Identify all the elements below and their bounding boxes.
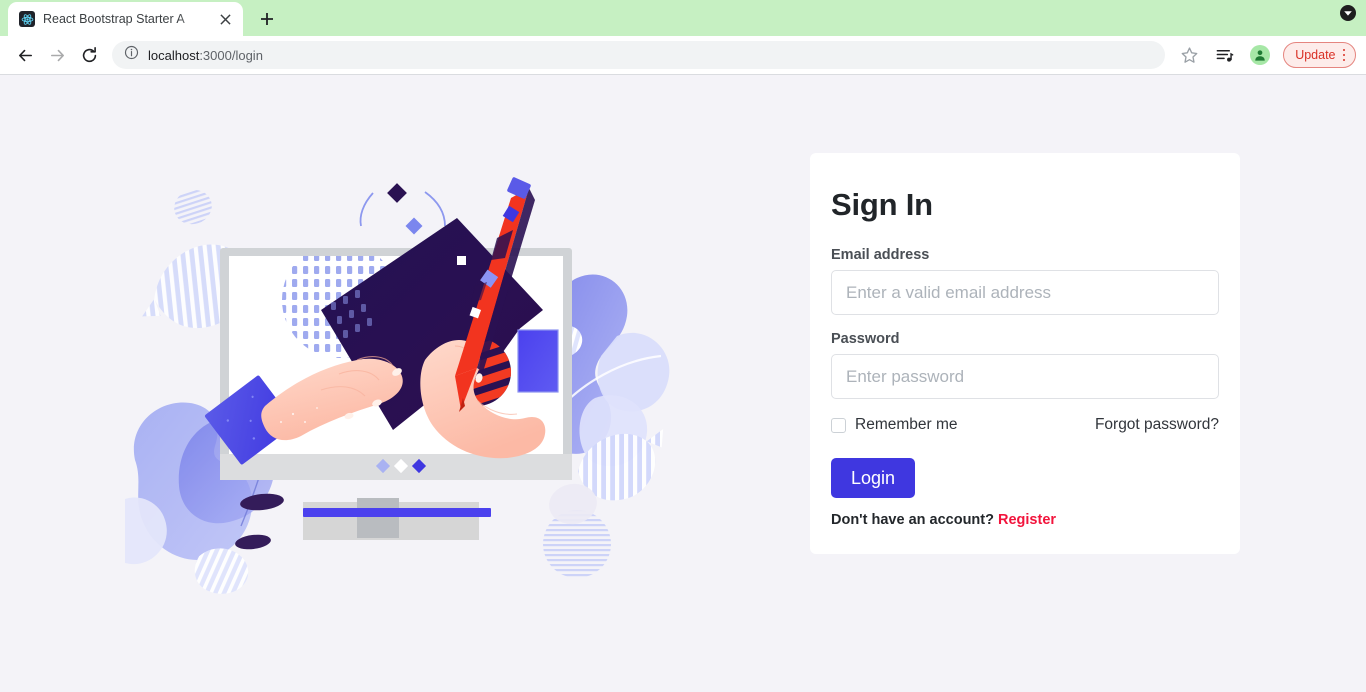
remember-me-label: Remember me bbox=[855, 416, 958, 433]
react-logo-icon bbox=[19, 11, 35, 27]
browser-tab-react-bootstrap-starter[interactable]: React Bootstrap Starter A bbox=[8, 2, 243, 36]
sparkles bbox=[359, 183, 446, 235]
reload-button[interactable] bbox=[74, 40, 104, 70]
register-link[interactable]: Register bbox=[998, 512, 1056, 528]
update-button-label: Update bbox=[1295, 48, 1336, 62]
illustration-column bbox=[0, 75, 810, 692]
update-button[interactable]: Update bbox=[1283, 42, 1356, 68]
info-circle-glyph bbox=[124, 45, 139, 60]
field-spacer bbox=[831, 315, 1219, 331]
password-input[interactable] bbox=[831, 354, 1219, 399]
profile-badge-glyph bbox=[1340, 5, 1356, 21]
reload-icon bbox=[82, 46, 96, 62]
email-label: Email address bbox=[831, 247, 930, 263]
reading-list-glyph bbox=[1216, 49, 1234, 62]
close-icon[interactable] bbox=[215, 9, 235, 29]
tab-strip: React Bootstrap Starter A bbox=[0, 0, 1366, 36]
address-host: localhost bbox=[148, 47, 200, 63]
blue-rectangle bbox=[517, 329, 559, 393]
sparkle-diamond-dark bbox=[387, 183, 407, 203]
site-info-icon[interactable] bbox=[124, 45, 139, 65]
sign-in-card: Sign In Email address Password Remembe bbox=[810, 153, 1240, 554]
login-button[interactable]: Login bbox=[831, 458, 916, 498]
page-viewport: Sign In Email address Password Remembe bbox=[0, 75, 1366, 692]
forward-arrow-icon bbox=[50, 49, 64, 61]
browser-window: React Bootstrap Starter A localhost:3000… bbox=[0, 0, 1366, 692]
forward-button[interactable] bbox=[42, 40, 72, 70]
profile-avatar-icon[interactable] bbox=[1246, 41, 1274, 69]
form-column: Sign In Email address Password Remembe bbox=[810, 75, 1366, 692]
bookmark-star-icon[interactable] bbox=[1175, 41, 1203, 69]
document-white-square bbox=[457, 256, 466, 265]
password-label: Password bbox=[831, 331, 900, 347]
close-x-glyph bbox=[219, 13, 231, 25]
remember-me-checkbox[interactable] bbox=[831, 417, 846, 433]
signup-prompt-text: Don't have an account? bbox=[831, 512, 994, 528]
back-button[interactable] bbox=[10, 40, 40, 70]
new-tab-button[interactable] bbox=[253, 5, 281, 33]
address-bar-text: localhost:3000/login bbox=[148, 48, 263, 63]
avatar bbox=[1250, 45, 1271, 65]
email-field-group: Email address bbox=[831, 247, 1219, 315]
person-glyph bbox=[1255, 50, 1265, 61]
password-field-group: Password bbox=[831, 331, 1219, 399]
star-glyph bbox=[1181, 46, 1198, 63]
back-arrow-icon bbox=[18, 49, 32, 61]
signing-document-illustration bbox=[125, 177, 670, 594]
react-atom-glyph bbox=[21, 13, 33, 25]
monitor-chin-diamonds bbox=[375, 458, 427, 474]
monitor-neck bbox=[357, 498, 399, 538]
signup-prompt-row: Don't have an account? Register bbox=[831, 512, 1219, 528]
browser-toolbar: localhost:3000/login Update bbox=[0, 36, 1366, 75]
reading-list-icon[interactable] bbox=[1210, 41, 1238, 69]
email-input[interactable] bbox=[831, 270, 1219, 315]
browser-tab-title: React Bootstrap Starter A bbox=[43, 12, 185, 26]
forgot-password-link[interactable]: Forgot password? bbox=[1095, 416, 1219, 434]
tabstrip-right-controls bbox=[1340, 5, 1356, 26]
address-path: :3000/login bbox=[199, 47, 263, 63]
sparkle-diamond-blue bbox=[405, 217, 423, 235]
options-row: Remember me Forgot password? bbox=[831, 416, 1219, 434]
address-bar[interactable]: localhost:3000/login bbox=[112, 41, 1166, 69]
page-title: Sign In bbox=[831, 187, 933, 222]
remember-me-group[interactable]: Remember me bbox=[831, 416, 958, 434]
profile-badge-icon[interactable] bbox=[1340, 5, 1356, 26]
arc-left bbox=[359, 192, 374, 227]
three-dot-menu-icon[interactable] bbox=[1340, 48, 1349, 62]
monitor-base-bar bbox=[303, 508, 491, 517]
plus-icon bbox=[261, 13, 273, 25]
arc-right bbox=[424, 191, 446, 227]
